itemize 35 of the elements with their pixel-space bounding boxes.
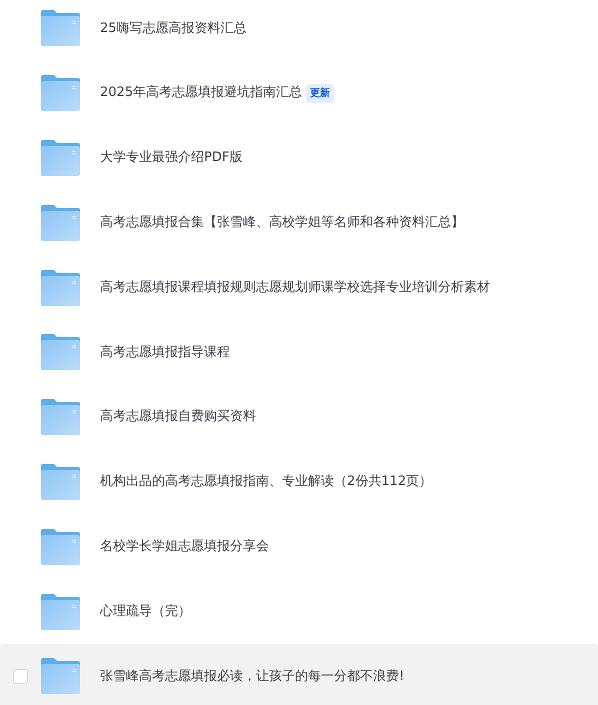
folder-icon[interactable] bbox=[41, 334, 80, 370]
folder-name[interactable]: 名校学长学姐志愿填报分享会 bbox=[100, 537, 269, 557]
file-row[interactable]: 25嗨写志愿高报资料汇总 bbox=[0, 0, 598, 61]
file-row[interactable]: 张雪峰高考志愿填报必读，让孩子的每一分都不浪费! bbox=[0, 644, 598, 705]
file-row[interactable]: 高考志愿填报课程填报规则志愿规划师课学校选择专业培训分析素材 bbox=[0, 255, 598, 320]
folder-icon[interactable] bbox=[41, 528, 80, 565]
folder-icon[interactable] bbox=[41, 270, 80, 306]
file-row[interactable]: 心理疏导（完） bbox=[0, 579, 598, 644]
folder-name[interactable]: 高考志愿填报合集【张雪峰、高校学姐等名师和各种资料汇总】 bbox=[100, 213, 464, 233]
folder-name[interactable]: 高考志愿填报课程填报规则志愿规划师课学校选择专业培训分析素材 bbox=[100, 278, 490, 298]
folder-name[interactable]: 高考志愿填报指导课程 bbox=[100, 342, 230, 362]
checkbox[interactable] bbox=[13, 668, 28, 684]
file-row[interactable]: 高考志愿填报合集【张雪峰、高校学姐等名师和各种资料汇总】 bbox=[0, 190, 598, 256]
file-row[interactable]: 2025年高考志愿填报避坑指南汇总 更新 bbox=[0, 60, 598, 126]
folder-icon[interactable] bbox=[41, 140, 80, 176]
file-row[interactable]: 高考志愿填报指导课程 bbox=[0, 320, 598, 385]
folder-icon[interactable] bbox=[41, 464, 80, 500]
update-tag: 更新 bbox=[306, 84, 334, 103]
folder-icon[interactable] bbox=[41, 594, 80, 630]
file-row[interactable]: 名校学长学姐志愿填报分享会 bbox=[0, 514, 598, 580]
folder-name[interactable]: 高考志愿填报自费购买资料 bbox=[100, 407, 256, 427]
folder-name[interactable]: 心理疏导（完） bbox=[100, 602, 191, 622]
file-row[interactable]: 大学专业最强介绍PDF版 bbox=[0, 126, 598, 190]
folder-name[interactable]: 2025年高考志愿填报避坑指南汇总 bbox=[100, 83, 302, 103]
file-row[interactable]: 高考志愿填报自费购买资料 bbox=[0, 384, 598, 450]
folder-icon[interactable] bbox=[41, 75, 80, 112]
folder-name[interactable]: 大学专业最强介绍PDF版 bbox=[100, 148, 242, 168]
folder-icon[interactable] bbox=[41, 204, 80, 241]
folder-name[interactable]: 25嗨写志愿高报资料汇总 bbox=[100, 18, 247, 38]
folder-icon[interactable] bbox=[41, 658, 80, 694]
file-row[interactable]: 机构出品的高考志愿填报指南、专业解读（2份共112页） bbox=[0, 450, 598, 514]
folder-icon[interactable] bbox=[41, 10, 80, 46]
folder-name[interactable]: 机构出品的高考志愿填报指南、专业解读（2份共112页） bbox=[100, 472, 432, 492]
folder-icon[interactable] bbox=[41, 399, 80, 436]
folder-name[interactable]: 张雪峰高考志愿填报必读，让孩子的每一分都不浪费! bbox=[100, 666, 404, 686]
